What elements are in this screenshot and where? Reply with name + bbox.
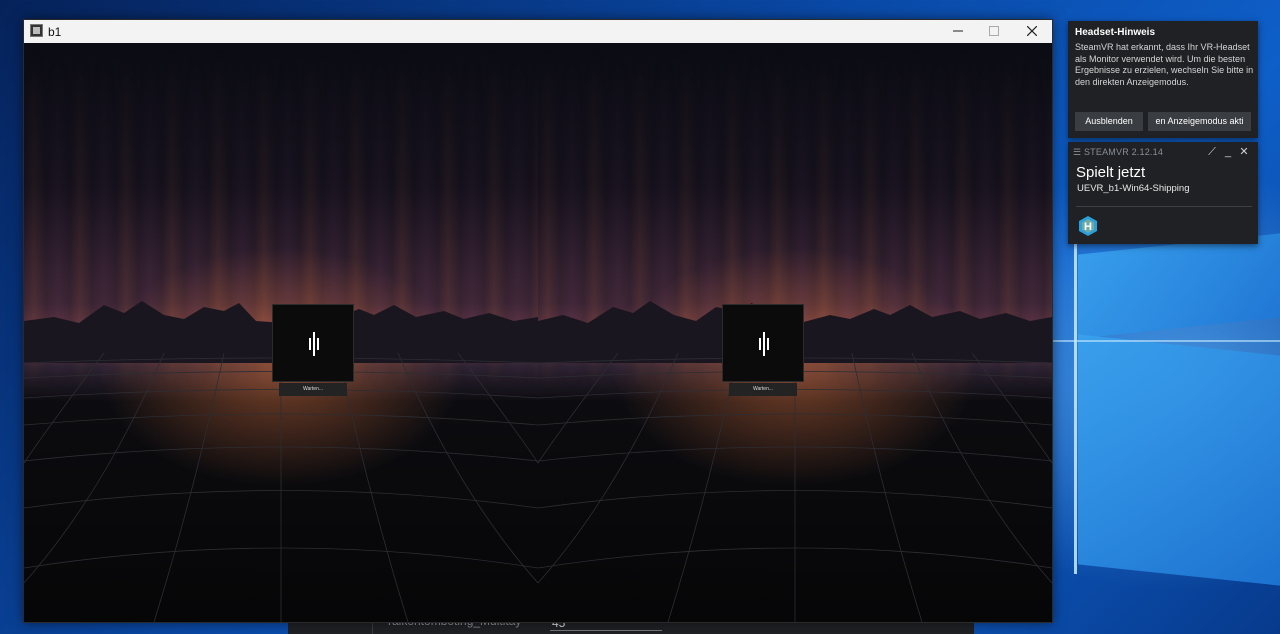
direct-mode-button[interactable]: en Anzeigemodus akti [1148, 112, 1251, 131]
minimize-icon [953, 30, 963, 32]
app-icon [30, 24, 43, 37]
app-window: b1 Warten... Warten... [23, 19, 1053, 623]
field-underline [550, 630, 662, 631]
loading-label: Warten... [279, 383, 347, 396]
divider [1076, 206, 1252, 207]
maximize-button[interactable] [976, 20, 1012, 43]
right-eye-view: Warten... [538, 43, 1052, 622]
notice-body: SteamVR hat erkannt, dass Ihr VR-Headset… [1075, 42, 1254, 87]
windows-logo-pane-bottom [1078, 334, 1280, 586]
steamvr-header[interactable]: ☰ STEAMVR 2.12.14 [1073, 147, 1163, 158]
steamvr-window-controls: ⟋ _ ✕ [1204, 145, 1252, 159]
steamvr-version: STEAMVR 2.12.14 [1083, 147, 1164, 157]
now-playing-status: Spielt jetzt [1076, 164, 1146, 181]
maximize-icon [989, 26, 999, 36]
minimize-icon[interactable]: _ [1220, 146, 1236, 158]
close-button[interactable] [1014, 20, 1050, 43]
loading-card [722, 304, 804, 382]
vr-stereo-viewport: Warten... Warten... [24, 43, 1052, 622]
loading-spinner-icon [759, 332, 769, 356]
close-icon [1026, 25, 1038, 37]
headset-hexagon-icon[interactable]: H [1077, 215, 1099, 237]
notice-title: Headset-Hinweis [1075, 27, 1156, 38]
window-titlebar[interactable]: b1 [24, 20, 1052, 43]
loading-label: Warten... [729, 383, 797, 396]
windows-logo-edge [1050, 340, 1280, 342]
headset-notice-panel: Headset-Hinweis SteamVR hat erkannt, das… [1068, 21, 1258, 138]
pin-icon[interactable]: ⟋ [1204, 146, 1220, 159]
hamburger-icon: ☰ [1073, 147, 1084, 157]
loading-spinner-icon [309, 332, 319, 356]
windows-logo-pane-top [1078, 233, 1280, 339]
windows-logo-edge [1074, 244, 1077, 574]
left-eye-view: Warten... [24, 43, 538, 622]
close-icon[interactable]: ✕ [1236, 145, 1252, 158]
running-game-name: UEVR_b1-Win64-Shipping [1077, 183, 1190, 194]
window-title: b1 [48, 25, 62, 39]
minimize-button[interactable] [940, 20, 976, 43]
hide-button[interactable]: Ausblenden [1075, 112, 1143, 131]
steamvr-status-panel: ☰ STEAMVR 2.12.14 ⟋ _ ✕ Spielt jetzt UEVR_… [1068, 142, 1258, 244]
loading-card [272, 304, 354, 382]
svg-text:H: H [1084, 221, 1092, 233]
